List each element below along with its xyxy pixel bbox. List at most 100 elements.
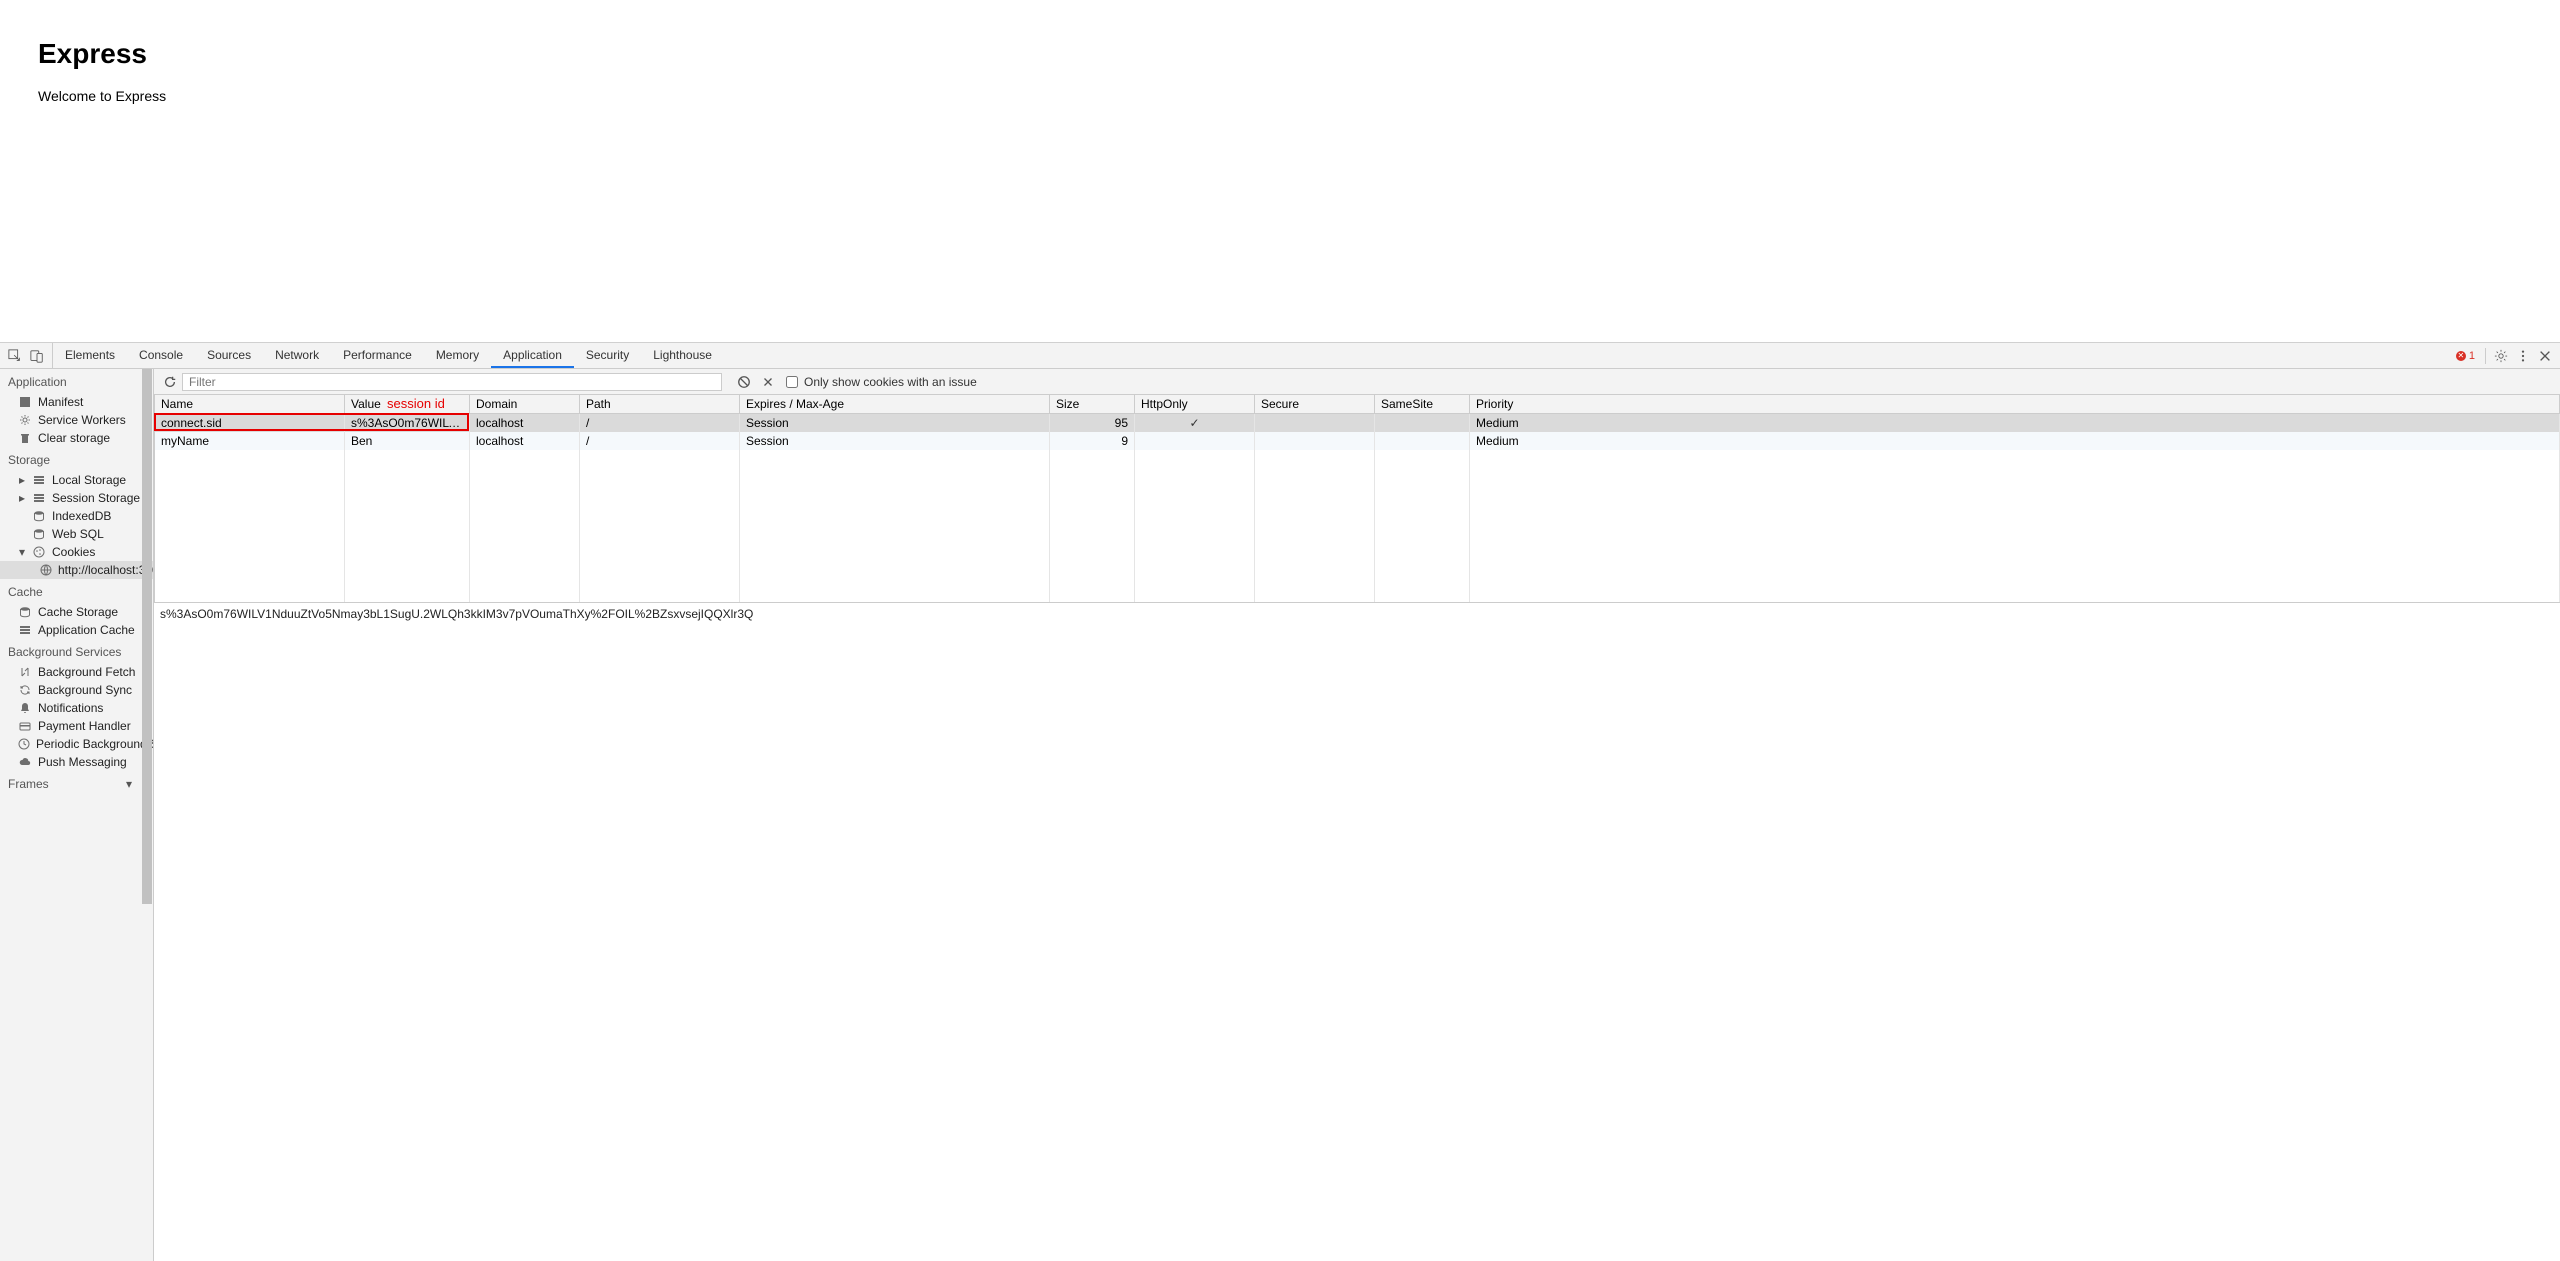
database-icon (32, 527, 46, 541)
cell-secure (1255, 432, 1375, 450)
sidebar-label: Local Storage (52, 473, 126, 487)
page-welcome: Welcome to Express (38, 88, 2522, 104)
more-icon[interactable] (2512, 343, 2534, 368)
table-row[interactable]: connect.sid s%3AsO0m76WILV1NduuZt… local… (155, 414, 2560, 433)
cookies-toolbar: Only show cookies with an issue (154, 369, 2560, 395)
sidebar-item-periodic-sync[interactable]: Periodic Background Sync (0, 735, 153, 753)
sidebar-item-service-workers[interactable]: Service Workers (0, 411, 153, 429)
sidebar-label: http://localhost:3000 (58, 563, 154, 577)
tab-security[interactable]: Security (574, 343, 641, 368)
filter-input[interactable] (182, 373, 722, 391)
sidebar-label: Periodic Background Sync (36, 737, 154, 751)
sidebar-label: Background Fetch (38, 665, 135, 679)
sidebar-label: Background Sync (38, 683, 132, 697)
device-toggle-icon[interactable] (26, 343, 48, 368)
tab-network[interactable]: Network (263, 343, 331, 368)
error-badge[interactable]: ✕ 1 (2450, 350, 2481, 362)
sidebar-label: Notifications (38, 701, 103, 715)
sidebar-item-background-fetch[interactable]: Background Fetch (0, 663, 153, 681)
sidebar-scrollbar[interactable] (142, 369, 152, 904)
cell-size: 9 (1050, 432, 1135, 450)
sync-icon (18, 683, 32, 697)
table-header-row: Name Value Domain Path Expires / Max-Age… (155, 395, 2560, 414)
cell-value: s%3AsO0m76WILV1NduuZt… (345, 414, 470, 433)
col-secure[interactable]: Secure (1255, 395, 1375, 414)
sidebar-item-clear-storage[interactable]: Clear storage (0, 429, 153, 447)
sidebar-label: Push Messaging (38, 755, 127, 769)
error-dot-icon: ✕ (2456, 351, 2466, 361)
tab-console[interactable]: Console (127, 343, 195, 368)
sidebar-item-local-storage[interactable]: ▸ Local Storage (0, 471, 153, 489)
col-path[interactable]: Path (580, 395, 740, 414)
sidebar-item-cache-storage[interactable]: Cache Storage (0, 603, 153, 621)
sidebar-item-notifications[interactable]: Notifications (0, 699, 153, 717)
storage-icon (32, 491, 46, 505)
sidebar-section-cache: Cache (0, 579, 153, 603)
sidebar-item-session-storage[interactable]: ▸ Session Storage (0, 489, 153, 507)
sidebar-section-storage: Storage (0, 447, 153, 471)
settings-icon[interactable] (2490, 343, 2512, 368)
tab-performance[interactable]: Performance (331, 343, 424, 368)
cookies-main-area: Only show cookies with an issue Name Val… (154, 369, 2560, 1261)
error-count: 1 (2469, 350, 2475, 362)
gear-icon (18, 413, 32, 427)
application-sidebar[interactable]: Application Manifest Service Workers Cle… (0, 369, 154, 1261)
devtools-tabbar: Elements Console Sources Network Perform… (0, 343, 2560, 369)
close-devtools-icon[interactable] (2534, 343, 2556, 368)
col-priority[interactable]: Priority (1470, 395, 2560, 414)
sidebar-item-indexeddb[interactable]: IndexedDB (0, 507, 153, 525)
refresh-icon[interactable] (158, 369, 182, 394)
issues-checkbox[interactable] (786, 376, 798, 388)
col-domain[interactable]: Domain (470, 395, 580, 414)
col-size[interactable]: Size (1050, 395, 1135, 414)
webpage-content: Express Welcome to Express (0, 0, 2560, 342)
sidebar-label: Service Workers (38, 413, 126, 427)
devtools-tabs: Elements Console Sources Network Perform… (53, 343, 724, 368)
clear-all-icon[interactable] (732, 369, 756, 394)
globe-icon (40, 563, 52, 577)
col-samesite[interactable]: SameSite (1375, 395, 1470, 414)
sidebar-item-payment-handler[interactable]: Payment Handler (0, 717, 153, 735)
sidebar-item-push-messaging[interactable]: Push Messaging (0, 753, 153, 771)
cloud-icon (18, 755, 32, 769)
cell-secure (1255, 414, 1375, 433)
tab-elements[interactable]: Elements (53, 343, 127, 368)
cell-httponly (1135, 432, 1255, 450)
database-icon (32, 509, 46, 523)
sidebar-item-application-cache[interactable]: Application Cache (0, 621, 153, 639)
table-filler (155, 450, 2560, 603)
sidebar-label: Application Cache (38, 623, 135, 637)
tab-application[interactable]: Application (491, 343, 574, 368)
tab-lighthouse[interactable]: Lighthouse (641, 343, 724, 368)
col-value[interactable]: Value (345, 395, 470, 414)
col-name[interactable]: Name (155, 395, 345, 414)
cookie-detail-value: s%3AsO0m76WILV1NduuZtVo5Nmay3bL1SugU.2WL… (154, 603, 2560, 1261)
col-httponly[interactable]: HttpOnly (1135, 395, 1255, 414)
cell-samesite (1375, 414, 1470, 433)
cookies-table: Name Value Domain Path Expires / Max-Age… (154, 395, 2560, 603)
sidebar-item-cookies-origin[interactable]: http://localhost:3000 (0, 561, 153, 579)
table-row[interactable]: myName Ben localhost / Session 9 Medium (155, 432, 2560, 450)
cell-samesite (1375, 432, 1470, 450)
cookies-table-wrap: Name Value Domain Path Expires / Max-Age… (154, 395, 2560, 1261)
delete-icon[interactable] (756, 369, 780, 394)
manifest-icon (18, 395, 32, 409)
sidebar-item-background-sync[interactable]: Background Sync (0, 681, 153, 699)
cell-expires: Session (740, 414, 1050, 433)
sidebar-item-cookies[interactable]: ▾ Cookies (0, 543, 153, 561)
inspect-element-icon[interactable] (4, 343, 26, 368)
sidebar-section-bgservices: Background Services (0, 639, 153, 663)
sidebar-section-application: Application (0, 369, 153, 393)
cell-name: connect.sid (155, 414, 345, 433)
issues-label: Only show cookies with an issue (804, 375, 977, 389)
chevron-down-icon[interactable]: ▾ (125, 777, 133, 791)
sidebar-item-manifest[interactable]: Manifest (0, 393, 153, 411)
sidebar-label: IndexedDB (52, 509, 111, 523)
tab-sources[interactable]: Sources (195, 343, 263, 368)
page-title: Express (38, 38, 2522, 70)
trash-icon (18, 431, 32, 445)
tab-memory[interactable]: Memory (424, 343, 491, 368)
devtools-panel: Elements Console Sources Network Perform… (0, 342, 2560, 1261)
sidebar-item-websql[interactable]: Web SQL (0, 525, 153, 543)
col-expires[interactable]: Expires / Max-Age (740, 395, 1050, 414)
